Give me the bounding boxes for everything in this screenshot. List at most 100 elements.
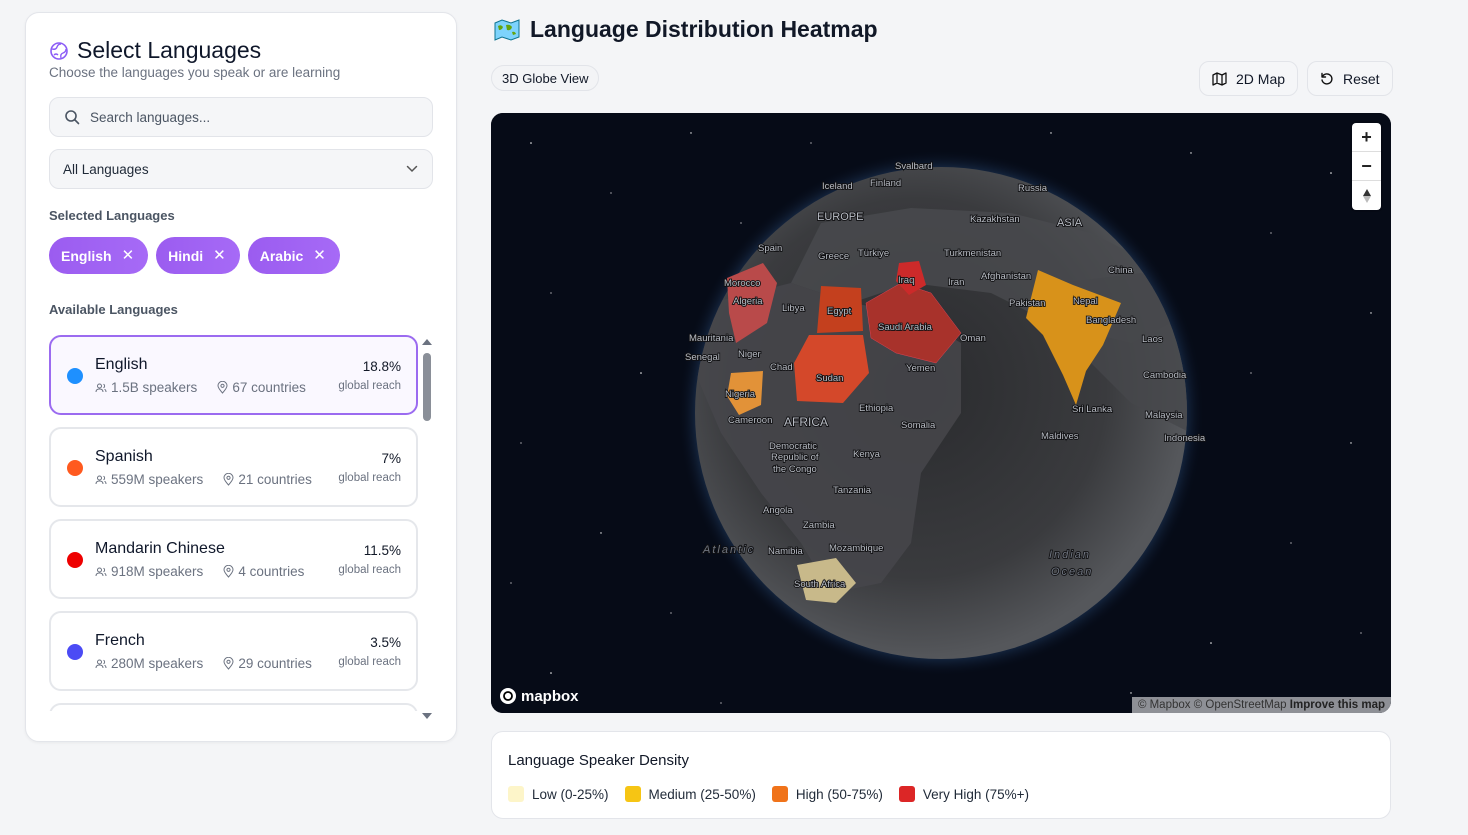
language-meta: 280M speakers 29 countries [95, 656, 312, 671]
legend-item-medium: Medium (25-50%) [624, 786, 756, 802]
map-label: Svalbard [895, 161, 933, 172]
globe-map[interactable]: Svalbard Iceland Finland Russia EUROPE K… [491, 113, 1391, 713]
language-meta: 559M speakers 21 countries [95, 472, 312, 487]
mapbox-logo[interactable]: mapbox [499, 687, 579, 705]
map-label: Russia [1018, 183, 1048, 194]
language-list-scrollbar[interactable] [422, 339, 432, 719]
countries-count: 21 countries [238, 472, 312, 487]
2d-map-button[interactable]: 2D Map [1199, 61, 1299, 96]
zoom-controls: + − [1352, 123, 1381, 210]
map-label: Niger [738, 349, 761, 360]
map-label: China [1108, 265, 1134, 276]
chip-hindi[interactable]: Hindi ✕ [156, 237, 240, 274]
legend-swatch [898, 786, 915, 802]
language-card-partial[interactable] [49, 703, 418, 711]
map-label: Morocco [724, 278, 760, 289]
panel-header: Select Languages Choose the languages yo… [49, 37, 340, 80]
page-title: Language Distribution Heatmap [494, 16, 878, 43]
close-icon[interactable]: ✕ [313, 248, 326, 263]
chip-arabic[interactable]: Arabic ✕ [247, 237, 340, 274]
chip-english[interactable]: English ✕ [49, 237, 149, 274]
improve-map-link[interactable]: Improve this map [1290, 699, 1385, 711]
available-languages-label: Available Languages [49, 302, 178, 317]
chevron-down-icon [406, 165, 418, 173]
legend-label: Low (0-25%) [532, 786, 609, 802]
map-label: Türkiye [858, 248, 889, 259]
language-card-english[interactable]: English 1.5B speakers 67 countries 18.8%… [49, 335, 418, 415]
global-reach-label: global reach [338, 564, 401, 576]
scroll-thumb[interactable] [423, 353, 431, 421]
map-label: Nigeria [725, 389, 756, 400]
global-reach-percent: 11.5% [363, 543, 401, 558]
language-filter-select[interactable]: All Languages [49, 149, 433, 189]
map-label: Mozambique [829, 543, 883, 554]
map-label: Chad [770, 362, 793, 373]
map-label: Finland [870, 178, 901, 189]
close-icon[interactable]: ✕ [213, 248, 226, 263]
map-label: Tanzania [833, 485, 872, 496]
map-pin-icon [217, 381, 228, 394]
search-input[interactable] [90, 109, 410, 125]
map-label: Iran [948, 277, 964, 288]
map-label: Afghanistan [981, 271, 1031, 282]
panel-subtitle: Choose the languages you speak or are le… [49, 65, 341, 80]
map-label: Egypt [827, 306, 852, 317]
map-label: Sudan [816, 373, 843, 384]
map-label: Zambia [803, 520, 835, 531]
map-label: Spain [758, 243, 782, 254]
map-label: Iceland [822, 181, 853, 192]
language-card-mandarin[interactable]: Mandarin Chinese 918M speakers 4 countri… [49, 519, 418, 599]
chip-label: English [61, 247, 112, 264]
language-list: English 1.5B speakers 67 countries 18.8%… [49, 335, 419, 711]
language-name: Spanish [95, 448, 153, 465]
scroll-down-arrow-icon[interactable] [422, 713, 432, 719]
speakers-count: 918M speakers [111, 564, 204, 579]
selected-chips: English ✕ Hindi ✕ Arabic ✕ [49, 237, 340, 274]
speakers-count: 559M speakers [111, 472, 204, 487]
chip-label: Hindi [168, 247, 204, 264]
legend-label: Very High (75%+) [922, 786, 1030, 802]
legend-item-high: High (50-75%) [771, 786, 883, 802]
map-label: Indian [1049, 549, 1091, 561]
language-card-french[interactable]: French 280M speakers 29 countries 3.5% g… [49, 611, 418, 691]
map-label: South Africa [794, 579, 846, 590]
countries-count: 4 countries [238, 564, 305, 579]
reset-icon [1321, 72, 1333, 85]
legend-swatch [508, 786, 524, 802]
globe-canvas[interactable]: Svalbard Iceland Finland Russia EUROPE K… [491, 113, 1391, 713]
map-label: Democratic [769, 441, 817, 452]
close-icon[interactable]: ✕ [122, 248, 135, 263]
selected-languages-label: Selected Languages [49, 208, 175, 223]
filter-value: All Languages [63, 161, 149, 177]
legend-label: High (50-75%) [795, 786, 883, 802]
globe-icon [50, 41, 68, 60]
map-label: Angola [763, 505, 793, 516]
map-label: Namibia [768, 546, 804, 557]
speakers-count: 280M speakers [111, 656, 204, 671]
search-box[interactable] [49, 97, 433, 137]
attribution-text[interactable]: © Mapbox © OpenStreetMap [1138, 699, 1287, 711]
countries-count: 29 countries [238, 656, 312, 671]
zoom-in-icon[interactable]: + [1352, 123, 1381, 152]
language-name: French [95, 632, 145, 649]
language-color-dot [67, 552, 83, 568]
map-label: the Congo [773, 464, 817, 475]
language-selector-panel: Select Languages Choose the languages yo… [25, 12, 457, 742]
world-map-icon [494, 18, 520, 41]
map-icon [1212, 71, 1227, 86]
density-legend: Language Speaker Density Low (0-25%) Med… [491, 731, 1391, 819]
2d-map-label: 2D Map [1236, 70, 1286, 87]
global-reach-percent: 18.8% [362, 359, 401, 374]
global-reach-label: global reach [338, 656, 401, 668]
view-mode-badge: 3D Globe View [491, 65, 600, 91]
map-pin-icon [223, 565, 234, 578]
scroll-up-arrow-icon[interactable] [422, 339, 432, 345]
compass-icon[interactable] [1352, 181, 1381, 210]
legend-items: Low (0-25%) Medium (25-50%) High (50-75%… [508, 786, 1029, 802]
language-card-spanish[interactable]: Spanish 559M speakers 21 countries 7% gl… [49, 427, 418, 507]
map-label: Pakistan [1009, 298, 1045, 309]
map-label: Bangladesh [1086, 315, 1136, 326]
zoom-out-icon[interactable]: − [1352, 152, 1381, 181]
global-reach-label: global reach [338, 472, 401, 484]
reset-button[interactable]: Reset [1307, 61, 1393, 96]
